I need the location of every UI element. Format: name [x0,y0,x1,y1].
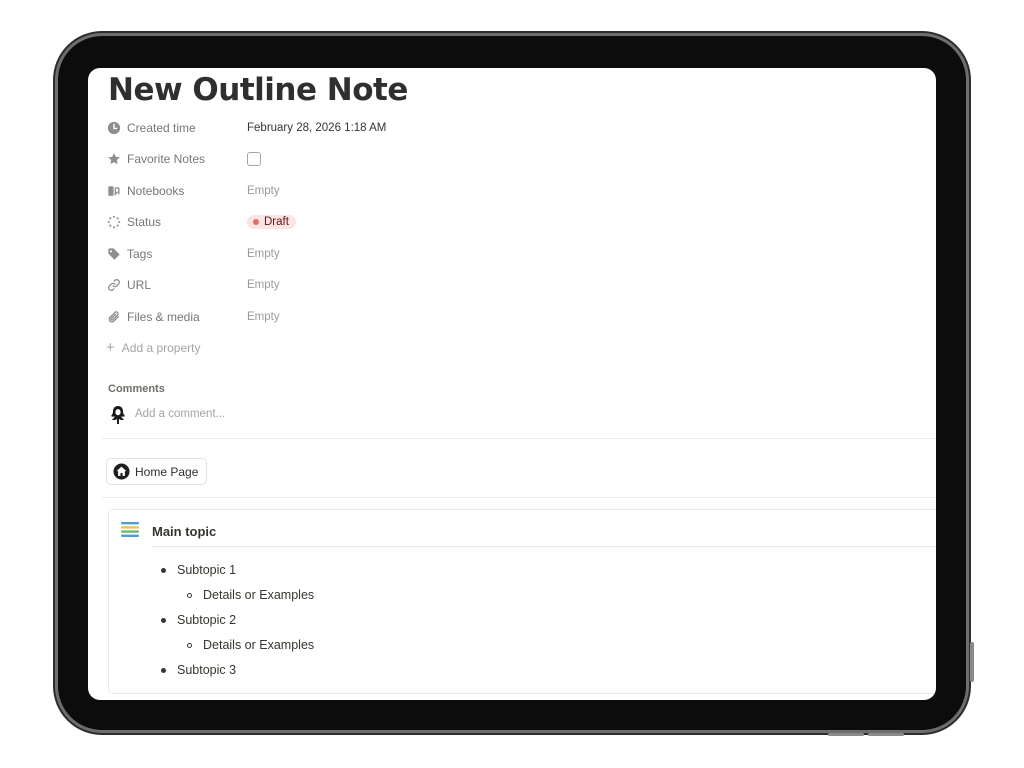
paperclip-icon [106,309,122,325]
property-label[interactable]: URL [127,278,247,292]
status-icon [106,214,122,230]
avatar [108,404,128,424]
status-value: Draft [264,216,289,228]
tag-icon [106,246,122,262]
list-item-text: Details or Examples [203,588,315,602]
list-item-text: Subtopic 3 [177,663,237,677]
status-badge[interactable]: Draft [247,215,296,229]
list-item[interactable]: Subtopic 3 [157,658,314,683]
home-page-link[interactable]: Home Page [106,458,208,485]
divider [102,497,936,498]
bullet-hollow-icon [187,593,192,598]
clock-icon [106,120,122,136]
status-dot [253,219,259,225]
created-time-value: February 28, 2026 1:18 AM [247,122,387,134]
list-item-text: Subtopic 2 [177,613,237,627]
property-favorite-notes: Favorite Notes [106,148,506,170]
outline-block: Main topic Subtopic 1 Details or Example… [108,509,936,694]
comments-label: Comments [108,383,165,395]
list-item-text: Subtopic 1 [177,563,237,577]
notebooks-value[interactable]: Empty [247,185,280,197]
list-item-text: Details or Examples [203,638,315,652]
heading-divider [152,546,936,547]
home-page-label: Home Page [135,464,199,479]
property-label[interactable]: Files & media [127,310,247,324]
relation-icon [106,183,122,199]
comment-row [108,404,435,424]
plus-icon: + [106,339,115,356]
list-item[interactable]: Subtopic 2 [157,608,314,633]
star-icon [106,151,122,167]
tablet-frame: New Outline Note Created time February 2… [58,36,974,736]
list-item[interactable]: Details or Examples [157,633,314,658]
tags-value[interactable]: Empty [247,248,280,260]
volume-button [868,733,904,736]
bullet-icon [161,618,166,623]
property-url: URL Empty [106,274,506,296]
url-value[interactable]: Empty [247,279,280,291]
link-icon [106,277,122,293]
property-created-time: Created time February 28, 2026 1:18 AM [106,117,506,139]
property-notebooks: Notebooks Empty [106,180,506,202]
list-icon [120,520,140,540]
volume-button [828,733,864,736]
side-button [970,642,974,682]
outline-heading[interactable]: Main topic [152,524,216,539]
property-tags: Tags Empty [106,243,506,265]
list-item[interactable]: Subtopic 1 [157,558,314,583]
favorite-checkbox[interactable] [247,152,261,166]
property-label[interactable]: Tags [127,247,247,261]
divider [102,438,936,439]
property-label[interactable]: Status [127,215,247,229]
property-files-media: Files & media Empty [106,306,506,328]
screen: New Outline Note Created time February 2… [88,68,936,700]
comment-input[interactable] [135,408,435,420]
bullet-icon [161,568,166,573]
home-icon [113,463,130,480]
page-title[interactable]: New Outline Note [108,72,408,108]
add-property-button[interactable]: + Add a property [106,339,200,356]
outline-list: Subtopic 1 Details or Examples Subtopic … [157,558,314,683]
property-label[interactable]: Notebooks [127,184,247,198]
property-status: Status Draft [106,211,506,233]
files-media-value[interactable]: Empty [247,311,280,323]
add-property-label: Add a property [121,340,201,355]
bullet-hollow-icon [187,643,192,648]
property-label[interactable]: Created time [127,121,247,135]
list-item[interactable]: Details or Examples [157,583,314,608]
bullet-icon [161,668,166,673]
property-label[interactable]: Favorite Notes [127,152,247,166]
